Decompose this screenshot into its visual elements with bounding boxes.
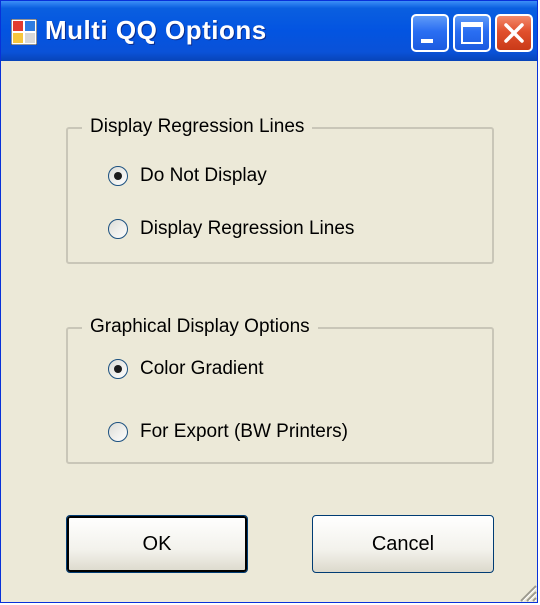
regression-lines-group: Display Regression Lines Do Not Display … <box>66 116 494 264</box>
radio-display-regression-lines[interactable]: Display Regression Lines <box>108 218 354 240</box>
minimize-icon <box>421 39 433 43</box>
radio-button-checked[interactable] <box>108 166 128 186</box>
cancel-button[interactable]: Cancel <box>312 515 494 573</box>
radio-label: Color Gradient <box>140 358 264 379</box>
title-bar[interactable]: Multi QQ Options <box>1 1 537 61</box>
maximize-button[interactable] <box>453 14 491 52</box>
graphical-display-legend: Graphical Display Options <box>82 316 318 338</box>
minimize-button[interactable] <box>411 14 449 52</box>
radio-label: Do Not Display <box>140 165 267 186</box>
close-icon <box>504 23 524 43</box>
resize-grip-icon[interactable] <box>515 580 537 602</box>
radio-button[interactable] <box>108 422 128 442</box>
radio-color-gradient[interactable]: Color Gradient <box>108 358 264 380</box>
app-icon <box>11 19 37 45</box>
dialog-window: Multi QQ Options Display Regression Line… <box>0 0 538 603</box>
maximize-icon <box>461 22 483 44</box>
regression-lines-legend: Display Regression Lines <box>82 116 313 138</box>
radio-button-checked[interactable] <box>108 359 128 379</box>
radio-do-not-display[interactable]: Do Not Display <box>108 165 267 187</box>
radio-button[interactable] <box>108 219 128 239</box>
ok-button[interactable]: OK <box>66 515 248 573</box>
close-button[interactable] <box>495 14 533 52</box>
graphical-display-group: Graphical Display Options Color Gradient… <box>66 316 494 464</box>
radio-label: For Export (BW Printers) <box>140 421 348 442</box>
radio-for-export[interactable]: For Export (BW Printers) <box>108 421 348 443</box>
radio-label: Display Regression Lines <box>140 218 355 239</box>
window-title: Multi QQ Options <box>45 15 267 45</box>
